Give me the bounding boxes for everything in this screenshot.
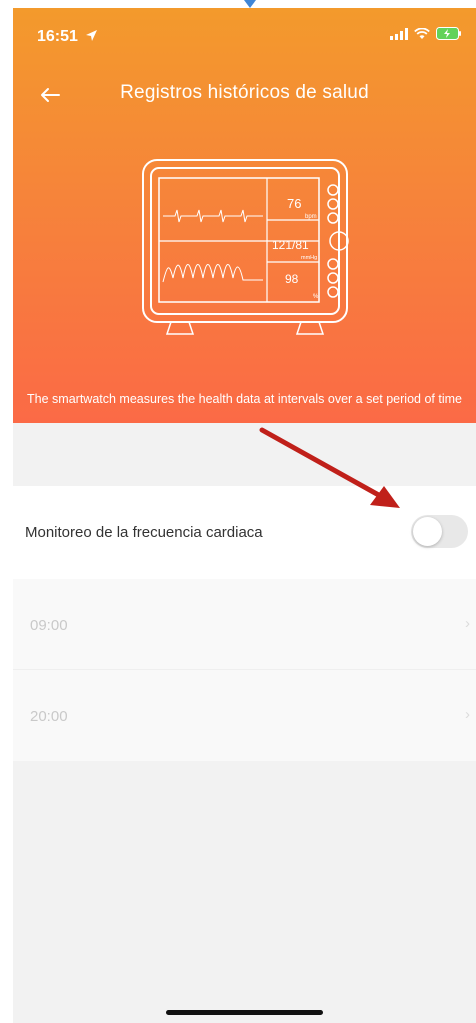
heart-rate-monitoring-toggle[interactable] [411,515,468,548]
phone-screen: 16:51 Registros históricos de salud 76 b… [13,8,476,1023]
heart-rate-monitoring-row: Monitoreo de la frecuencia cardiaca [13,486,476,579]
description-text: The smartwatch measures the health data … [27,392,462,406]
hero-header: 16:51 Registros históricos de salud 76 b… [13,8,476,423]
toggle-knob [413,517,442,546]
chevron-right-icon: › [465,706,470,723]
heart-rate-unit: bpm [305,214,317,220]
start-time-value: 09:00 [30,617,68,634]
battery-charging-icon [436,27,461,40]
spo2-unit: % [313,294,319,300]
blood-pressure-value: 121/81 [272,238,309,252]
signal-icon [390,27,408,40]
nav-bar: Registros históricos de salud [13,80,476,112]
start-time-row[interactable]: 09:00 › [13,579,476,670]
wifi-icon [414,27,430,39]
top-marker [244,0,256,8]
page-title: Registros históricos de salud [120,82,369,103]
end-time-value: 20:00 [30,708,68,725]
location-arrow-icon [86,30,98,41]
spo2-value: 98 [285,272,299,286]
status-time-text: 16:51 [37,28,78,45]
heart-rate-value: 76 [287,196,301,211]
time-range-section: 09:00 › 20:00 › [13,579,476,761]
home-indicator [166,1010,323,1015]
status-icons [390,27,462,40]
blood-pressure-unit: mmHg [301,255,317,261]
end-time-row[interactable]: 20:00 › [13,670,476,761]
status-time: 16:51 [37,28,98,46]
heart-rate-monitoring-label: Monitoreo de la frecuencia cardiaca [25,524,263,541]
status-bar: 16:51 [13,8,476,52]
chevron-right-icon: › [465,615,470,632]
health-monitor-illustration: 76 bpm 121/81 mmHg 98 % [142,159,349,335]
